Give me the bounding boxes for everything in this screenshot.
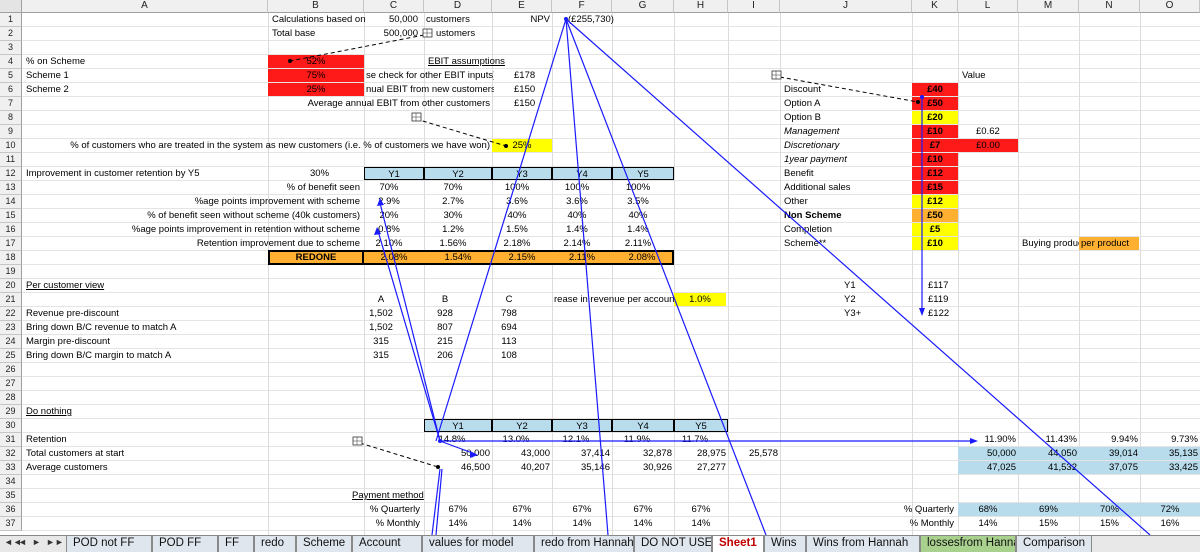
spreadsheet-grid[interactable]: ABCDEFGHIJKLMNO 1 2 3 4 5 6 7 8 9 10 11 12 13 14 15 16 1…	[0, 0, 1200, 535]
trace-arrows	[288, 17, 1151, 535]
sheet-tab-pod-not-ff[interactable]: POD not FF	[66, 536, 152, 552]
sheet-tab-pod-ff[interactable]: POD FF	[152, 536, 218, 552]
sheet-tab-comparison[interactable]: Comparison	[1016, 536, 1092, 552]
sheet-tab-sheet1[interactable]: Sheet1	[712, 536, 764, 552]
sheet-tab-redo[interactable]: redo	[254, 536, 296, 552]
last-sheet-icon[interactable]: ►►	[46, 537, 64, 547]
sheet-tab-wins-from-hannah[interactable]: Wins from Hannah	[806, 536, 920, 552]
sheet-tab-do-not-use[interactable]: DO NOT USE	[634, 536, 712, 552]
sheet-tab-bar: ◄◄ ◄ ► ►► POD not FF POD FF FF redo Scheme Accou…	[0, 535, 1200, 552]
sheet-tab-lossesfrom-hannah[interactable]: lossesfrom Hannah	[920, 536, 1016, 552]
sheet-tab-ff[interactable]: FF	[218, 536, 254, 552]
sheet-tab-account[interactable]: Account	[352, 536, 422, 552]
sheet-tab-redo-from-hannah[interactable]: redo from Hannah	[534, 536, 634, 552]
prev-sheet-icon[interactable]: ◄	[18, 537, 27, 547]
sheet-tab-values-for-model[interactable]: values for model	[422, 536, 534, 552]
sheet-tab-wins[interactable]: Wins	[764, 536, 806, 552]
next-sheet-icon[interactable]: ►	[32, 537, 41, 547]
sheet-tab-scheme[interactable]: Scheme	[296, 536, 352, 552]
